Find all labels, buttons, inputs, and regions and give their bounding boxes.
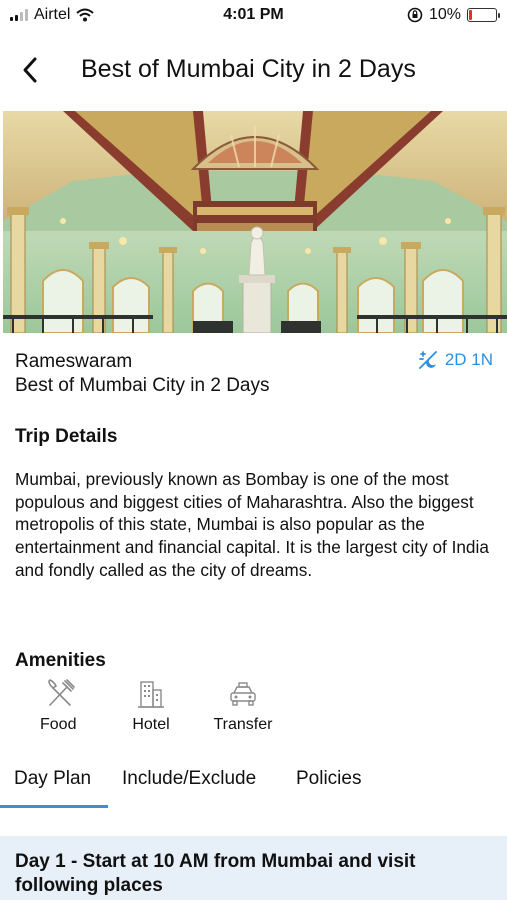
building-icon (138, 681, 164, 708)
status-bar: Airtel 4:01 PM 10% (0, 0, 507, 32)
amenity-food: Food (15, 678, 105, 734)
duration-label: 2D 1N (444, 350, 493, 369)
car-icon (230, 682, 256, 706)
tab-bar: Day Plan Include/Exclude Policies (0, 760, 507, 808)
tab-day-plan[interactable]: Day Plan (14, 768, 91, 790)
day-plan-card: Day 1 - Start at 10 AM from Mumbai and v… (0, 836, 507, 900)
day-night-icon (418, 351, 437, 369)
nav-bar: Best of Mumbai City in 2 Days (0, 40, 507, 100)
amenity-food-label: Food (40, 716, 77, 733)
tab-policies[interactable]: Policies (296, 768, 361, 790)
amenity-transfer-label: Transfer (213, 716, 273, 733)
trip-details-heading: Trip Details (15, 426, 118, 447)
package-name: Best of Mumbai City in 2 Days (15, 375, 270, 396)
day-plan-title: Day 1 - Start at 10 AM from Mumbai and v… (15, 851, 416, 896)
tab-include-exclude[interactable]: Include/Exclude (122, 768, 256, 790)
duration-badge: 2D 1N (417, 350, 493, 370)
orientation-lock-icon (407, 7, 423, 23)
amenities-list: Food Hotel Transfer (15, 678, 289, 734)
amenities-heading: Amenities (15, 650, 106, 671)
trip-details-description: Mumbai, previously known as Bombay is on… (15, 469, 489, 580)
back-button[interactable] (12, 50, 48, 90)
battery-percent: 10% (428, 6, 461, 23)
status-right: 10% (407, 6, 500, 24)
amenity-transfer: Transfer (197, 678, 289, 734)
amenity-hotel-label: Hotel (132, 716, 170, 733)
chevron-left-icon (23, 57, 37, 83)
fork-knife-icon (48, 679, 75, 706)
battery-icon (467, 8, 500, 22)
battery-level (469, 10, 472, 20)
active-tab-indicator (0, 805, 108, 808)
page-title: Best of Mumbai City in 2 Days (81, 55, 416, 83)
hero-image (3, 111, 507, 333)
amenity-hotel: Hotel (105, 678, 197, 734)
